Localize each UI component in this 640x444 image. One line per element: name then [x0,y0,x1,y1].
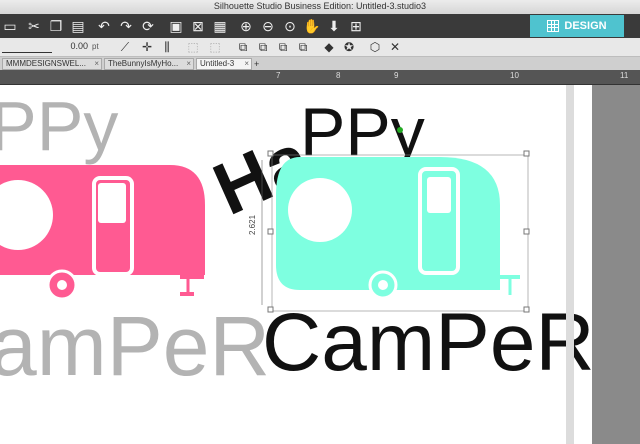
right-camper-text: CamPeR [262,297,592,388]
ruler-label: 8 [336,71,341,80]
cut-icon[interactable]: ✂ [24,16,44,36]
rotate-handle[interactable] [397,127,403,133]
tab-mmmdesigns[interactable]: MMMDESIGNSWEL... × [2,58,102,70]
design-tab-label: DESIGN [564,20,607,32]
zoom-select-icon[interactable]: ⊙ [280,16,300,36]
horizontal-ruler: 7 8 9 10 11 [0,70,640,85]
ruler-label: 7 [276,71,281,80]
tab-label: MMMDESIGNSWEL... [6,59,87,68]
copy-icon[interactable]: ❐ [46,16,66,36]
fit-icon[interactable]: ⊞ [346,16,366,36]
tab-label: Untitled-3 [200,59,235,68]
resize-handle[interactable] [267,228,274,235]
undo-icon[interactable]: ↶ [94,16,114,36]
3d-icon[interactable]: ⬡ [368,40,382,54]
line-thickness-input[interactable]: 0.00 [58,41,88,53]
close-tab-icon[interactable]: × [244,59,249,69]
window-title: Silhouette Studio Business Edition: Unti… [213,1,427,11]
canvas-shadow [592,85,640,444]
left-trailer [0,165,205,301]
align-icon[interactable]: ⫼ [160,40,174,54]
vertical-scrollbar[interactable] [566,85,574,444]
close-icon[interactable]: ✕ [388,40,402,54]
ungroup-icon[interactable]: ⊠ [188,16,208,36]
resize-handle[interactable] [523,150,530,157]
refresh-icon[interactable]: ⟳ [138,16,158,36]
design-canvas[interactable]: PPy amPeR Ha PPy 2.621 CamPeR [0,85,592,444]
subtract-icon[interactable]: ⧉ [276,40,290,54]
tab-thebunny[interactable]: TheBunnyIsMyHo... × [104,58,194,70]
weld-icon[interactable]: ⧉ [256,40,270,54]
zoom-out-icon[interactable]: ⊖ [258,16,278,36]
combine-icon[interactable]: ⧉ [236,40,250,54]
redo-icon[interactable]: ↷ [116,16,136,36]
close-tab-icon[interactable]: × [94,59,99,69]
group-icon[interactable]: ▣ [166,16,186,36]
right-trailer [276,157,520,300]
resize-handle[interactable] [523,228,530,235]
ruler-label: 10 [510,71,519,80]
left-happy-text: PPy [0,87,118,165]
print-icon[interactable]: ▭ [0,16,20,36]
move-down-icon[interactable]: ⬇ [324,16,344,36]
design-tab[interactable]: DESIGN [530,15,624,37]
select-icon[interactable]: ▦ [210,16,230,36]
document-tabs: MMMDESIGNSWEL... × TheBunnyIsMyHo... × Unt… [0,57,640,70]
line-options-bar: 0.00 pt ⟋ ✛ ⫼ ⬚ ⬚ ⧉ ⧉ ⧉ ⧉ ◆ ✪ ⬡ ✕ [0,38,640,57]
paste-icon[interactable]: ▤ [68,16,88,36]
left-design-group[interactable]: PPy amPeR [0,87,270,393]
line-icon[interactable]: ⟋ [118,40,132,54]
shapes-icon[interactable]: ◆ [322,40,336,54]
pan-icon[interactable]: ✋ [302,16,322,36]
tab-untitled-3[interactable]: Untitled-3 × [196,58,252,70]
intersect-icon[interactable]: ⧉ [296,40,310,54]
left-camper-text: amPeR [0,299,270,393]
title-bar: Silhouette Studio Business Edition: Unti… [0,0,640,15]
replicate-icon[interactable]: ⬚ [208,40,222,54]
ruler-label: 11 [620,71,629,80]
ruler-label: 9 [394,71,399,80]
line-style-dropdown[interactable] [2,42,52,53]
move-icon[interactable]: ✛ [140,40,154,54]
close-tab-icon[interactable]: × [186,59,191,69]
zoom-in-icon[interactable]: ⊕ [236,16,256,36]
dimension-label: 2.621 [248,214,257,235]
add-tab-button[interactable]: + [254,59,259,69]
resize-handle[interactable] [267,150,274,157]
star-icon[interactable]: ✪ [342,40,356,54]
grid-icon [547,20,560,32]
transform-icon[interactable]: ⬚ [186,40,200,54]
line-thickness-unit: pt [92,42,99,51]
tab-label: TheBunnyIsMyHo... [108,59,179,68]
